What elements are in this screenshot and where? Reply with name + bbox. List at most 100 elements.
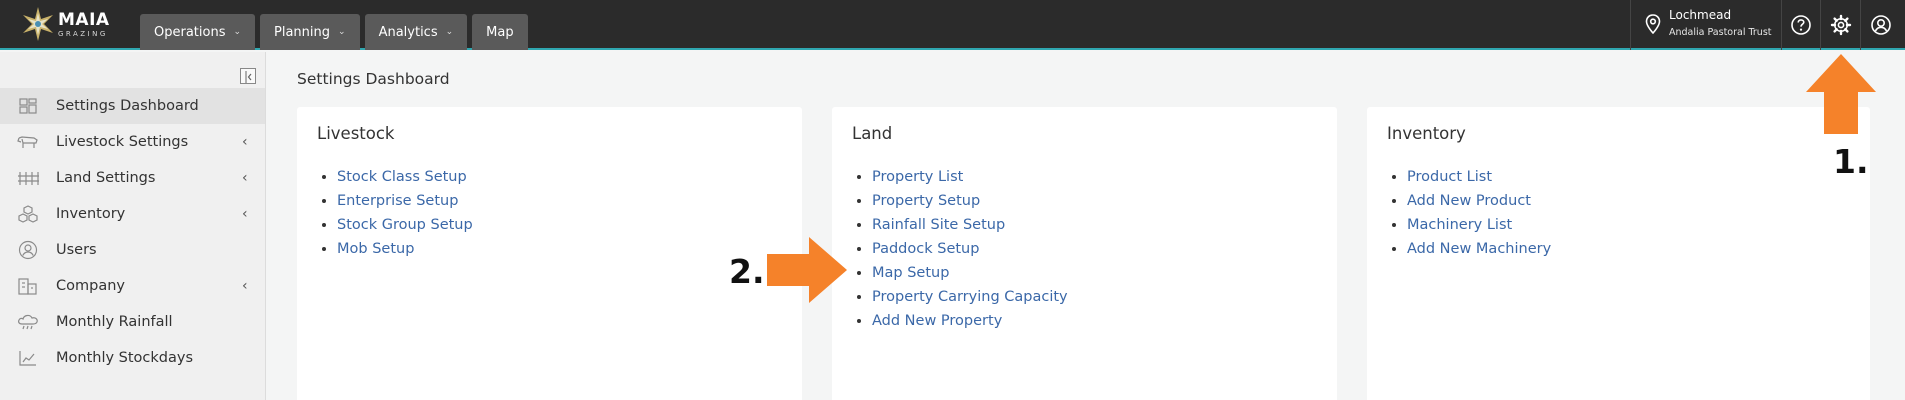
annotation-arrow-right-icon [767,237,847,303]
list-item: Enterprise Setup [337,189,473,213]
list-item: Property List [872,165,1068,189]
inventory-card: Inventory Product List Add New Product M… [1367,107,1870,400]
sidebar-item-label: Monthly Stockdays [56,350,194,366]
sidebar-item-label: Inventory [56,206,126,222]
property-carrying-capacity-link[interactable]: Property Carrying Capacity [872,289,1068,305]
sidebar-item-label: Livestock Settings [56,134,189,150]
nav-analytics[interactable]: Analytics ⌄ [364,14,468,50]
add-new-machinery-link[interactable]: Add New Machinery [1407,241,1551,257]
nav-label: Planning [274,24,331,40]
card-title: Inventory [1387,124,1466,143]
list-item: Property Setup [872,189,1068,213]
location-pin-icon [1645,14,1661,34]
chevron-down-icon: ⌄ [233,27,242,37]
property-selector[interactable]: Lochmead Andalia Pastoral Trust [1630,0,1782,50]
chevron-left-icon: ‹ [242,278,248,294]
chevron-left-icon: ‹ [242,170,248,186]
list-item: Add New Product [1407,189,1551,213]
list-item: Machinery List [1407,213,1551,237]
sidebar-item-land-settings[interactable]: Land Settings ‹ [0,160,265,196]
building-icon [0,277,56,295]
collapse-sidebar-icon [245,71,252,83]
rainfall-site-setup-link[interactable]: Rainfall Site Setup [872,217,1005,233]
property-name: Lochmead [1669,8,1732,22]
mob-setup-link[interactable]: Mob Setup [337,241,414,257]
app-logo[interactable]: MAIA GRAZING [20,6,115,42]
settings-button[interactable] [1821,0,1861,50]
rain-cloud-icon [0,313,56,331]
link-list: Product List Add New Product Machinery L… [1407,165,1551,261]
page-title: Settings Dashboard [297,70,450,88]
card-title: Livestock [317,124,395,143]
brand-name: MAIA [58,10,110,30]
sidebar-item-label: Monthly Rainfall [56,314,173,330]
main-nav: Operations ⌄ Planning ⌄ Analytics ⌄ Map [140,14,528,50]
livestock-card: Livestock Stock Class Setup Enterprise S… [297,107,802,400]
chevron-down-icon: ⌄ [338,27,346,37]
account-button[interactable] [1861,0,1901,50]
nav-operations[interactable]: Operations ⌄ [140,14,256,50]
chart-icon [0,350,56,366]
card-title: Land [852,124,893,143]
list-item: Product List [1407,165,1551,189]
account-icon [1871,15,1891,35]
sidebar-item-monthly-stockdays[interactable]: Monthly Stockdays [0,340,265,376]
annotation-step-2: 2. [729,252,765,291]
sidebar-item-label: Users [56,242,97,258]
annotation-arrow-up-icon [1806,54,1876,134]
nav-label: Analytics [378,24,438,40]
list-item: Property Carrying Capacity [872,285,1068,309]
sidebar-item-label: Company [56,278,125,294]
stock-class-setup-link[interactable]: Stock Class Setup [337,169,467,185]
list-item: Map Setup [872,261,1068,285]
link-list: Stock Class Setup Enterprise Setup Stock… [337,165,473,261]
nav-planning[interactable]: Planning ⌄ [260,14,360,50]
machinery-list-link[interactable]: Machinery List [1407,217,1512,233]
property-setup-link[interactable]: Property Setup [872,193,980,209]
map-setup-link[interactable]: Map Setup [872,265,949,281]
chevron-left-icon: ‹ [242,206,248,222]
help-button[interactable] [1781,0,1821,50]
land-card: Land Property List Property Setup Rainfa… [832,107,1337,400]
property-list-link[interactable]: Property List [872,169,963,185]
list-item: Add New Property [872,309,1068,333]
sidebar-item-label: Settings Dashboard [56,98,199,114]
boxes-icon [0,205,56,223]
stock-group-setup-link[interactable]: Stock Group Setup [337,217,473,233]
cow-icon [0,134,56,150]
add-new-product-link[interactable]: Add New Product [1407,193,1531,209]
chevron-left-icon: ‹ [242,134,248,150]
enterprise-setup-link[interactable]: Enterprise Setup [337,193,458,209]
sidebar-collapse-button[interactable] [240,68,256,84]
sidebar-item-company[interactable]: Company ‹ [0,268,265,304]
dashboard-icon [0,98,56,114]
brand-subtitle: GRAZING [58,30,108,38]
product-list-link[interactable]: Product List [1407,169,1492,185]
organisation-name: Andalia Pastoral Trust [1669,27,1772,38]
user-icon [0,240,56,260]
fence-icon [0,170,56,186]
chevron-down-icon: ⌄ [445,27,454,37]
add-new-property-link[interactable]: Add New Property [872,313,1002,329]
paddock-setup-link[interactable]: Paddock Setup [872,241,979,257]
annotation-step-1: 1. [1833,142,1869,181]
nav-label: Operations [154,24,226,40]
settings-icon [1830,14,1851,36]
sidebar-item-settings-dashboard[interactable]: Settings Dashboard [0,88,265,124]
sidebar-item-label: Land Settings [56,170,156,186]
sidebar-item-inventory[interactable]: Inventory ‹ [0,196,265,232]
sidebar-item-monthly-rainfall[interactable]: Monthly Rainfall [0,304,265,340]
list-item: Add New Machinery [1407,237,1551,261]
nav-map[interactable]: Map [472,14,528,50]
nav-label: Map [486,24,514,40]
list-item: Stock Group Setup [337,213,473,237]
list-item: Paddock Setup [872,237,1068,261]
top-navigation-bar: MAIA GRAZING Operations ⌄ Planning ⌄ Ana… [0,0,1905,50]
list-item: Stock Class Setup [337,165,473,189]
sidebar-item-users[interactable]: Users [0,232,265,268]
logo-star-icon [23,7,53,41]
sidebar-item-livestock-settings[interactable]: Livestock Settings ‹ [0,124,265,160]
link-list: Property List Property Setup Rainfall Si… [872,165,1068,333]
help-icon [1790,15,1811,35]
list-item: Rainfall Site Setup [872,213,1068,237]
